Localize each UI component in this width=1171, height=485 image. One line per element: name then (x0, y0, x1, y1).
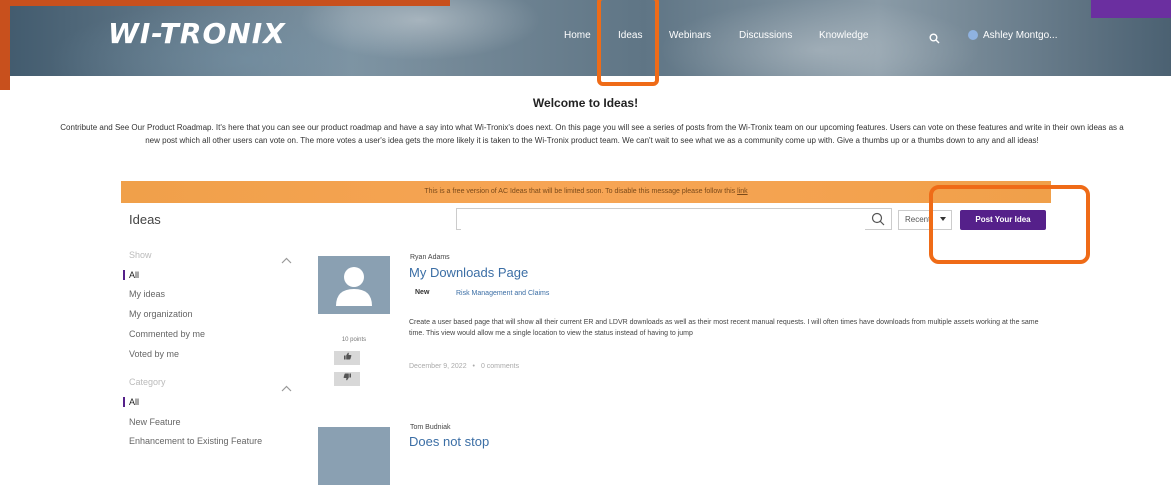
user-name: Ashley Montgo... (983, 30, 1058, 41)
user-menu[interactable]: Ashley Montgo... (968, 30, 1057, 41)
site-header: WI-TRONIX Home Ideas Webinars Discussion… (0, 0, 1171, 90)
filter-enhancement[interactable]: Enhancement to Existing Feature (129, 436, 262, 446)
idea-author[interactable]: Ryan Adams (410, 254, 450, 261)
filter-my-ideas[interactable]: My ideas (129, 289, 165, 299)
idea-comments-link[interactable]: 0 comments (481, 363, 519, 370)
chevron-up-icon[interactable] (281, 379, 292, 397)
ideas-nav-highlight (597, 0, 659, 86)
idea-title[interactable]: My Downloads Page (409, 265, 528, 280)
search-icon[interactable] (929, 31, 940, 49)
purple-corner-accent (1091, 0, 1171, 18)
banner-text: This is a free version of AC Ideas that … (424, 188, 736, 195)
search-icon[interactable] (871, 212, 885, 231)
nav-home[interactable]: Home (564, 30, 591, 41)
idea-title[interactable]: Does not stop (409, 434, 489, 449)
avatar (968, 30, 978, 41)
filter-commented-by-me[interactable]: Commented by me (129, 329, 205, 339)
chevron-up-icon[interactable] (281, 251, 292, 269)
nav-knowledge[interactable]: Knowledge (819, 30, 868, 41)
idea-meta: December 9, 2022 • 0 comments (409, 363, 519, 370)
filter-new-feature[interactable]: New Feature (129, 417, 181, 427)
nav-webinars[interactable]: Webinars (669, 30, 711, 41)
idea-status-badge: New (415, 289, 430, 296)
filter-show-all[interactable]: All (123, 270, 139, 280)
intro-text: Contribute and See Our Product Roadmap. … (60, 123, 1124, 145)
site-logo[interactable]: WI-TRONIX (108, 17, 286, 50)
show-filter-heading[interactable]: Show (129, 250, 152, 260)
thumbs-up-icon[interactable] (334, 351, 360, 365)
idea-description: Create a user based page that will show … (409, 319, 1039, 337)
ideas-heading: Ideas (129, 212, 161, 227)
idea-author[interactable]: Tom Budniak (410, 424, 450, 431)
filter-my-organization[interactable]: My organization (129, 309, 193, 319)
thumbs-down-icon[interactable] (334, 372, 360, 386)
idea-date: December 9, 2022 (409, 363, 467, 370)
filter-voted-by-me[interactable]: Voted by me (129, 349, 179, 359)
filter-category-all[interactable]: All (123, 397, 139, 407)
ideas-search-input[interactable] (461, 210, 865, 230)
idea-category[interactable]: Risk Management and Claims (456, 290, 549, 297)
orange-accent-bar (0, 0, 450, 6)
ideas-search-box[interactable] (456, 208, 892, 230)
category-filter-heading[interactable]: Category (129, 377, 166, 387)
free-version-banner: This is a free version of AC Ideas that … (121, 181, 1051, 203)
nav-discussions[interactable]: Discussions (739, 30, 792, 41)
banner-link[interactable]: link (737, 188, 748, 195)
orange-edge (0, 0, 10, 90)
page-title: Welcome to Ideas! (532, 96, 639, 110)
meta-separator: • (472, 363, 475, 370)
user-placeholder-icon (318, 256, 390, 314)
post-button-highlight (929, 185, 1090, 264)
idea-points: 10 points (341, 337, 367, 343)
user-placeholder-icon (318, 427, 390, 485)
